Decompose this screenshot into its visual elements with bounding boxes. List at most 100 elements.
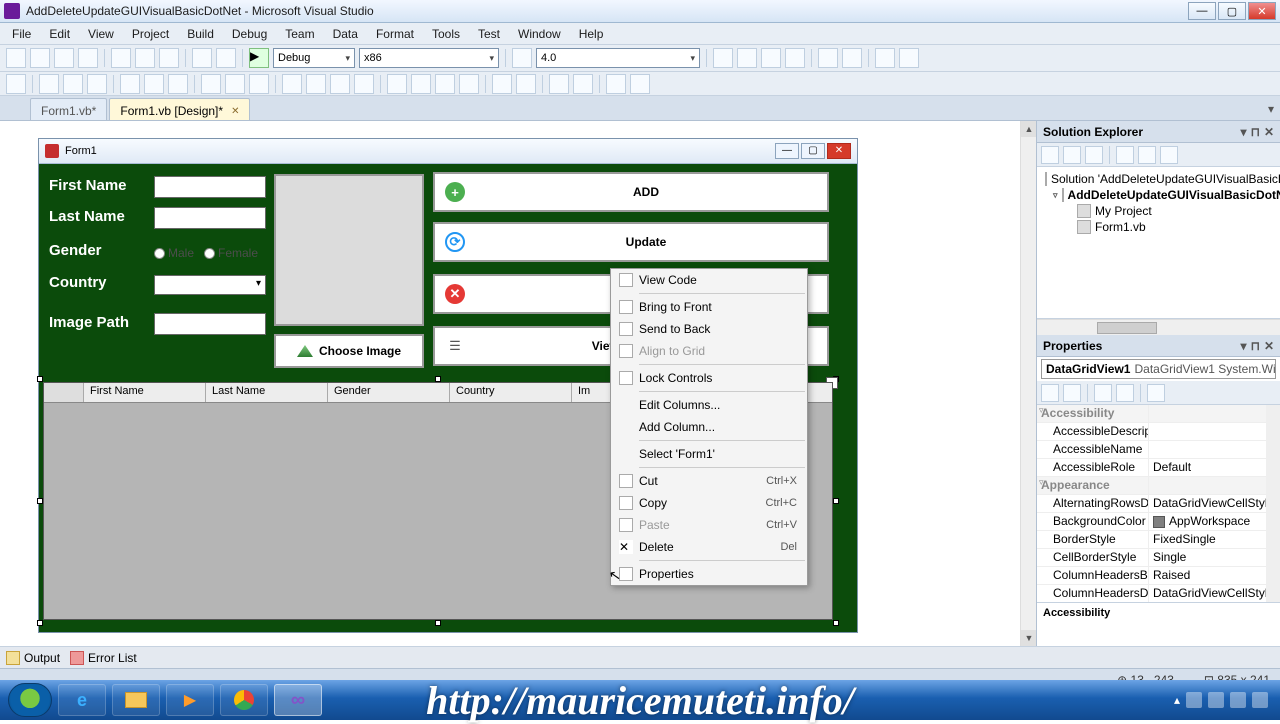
output-tab[interactable]: Output (6, 651, 60, 665)
vspace-inc-icon[interactable] (411, 74, 431, 94)
form-minimize-button[interactable]: — (775, 143, 799, 159)
se-btn1[interactable] (1041, 146, 1059, 164)
hspace-rem-icon[interactable] (354, 74, 374, 94)
col-gender[interactable]: Gender (328, 383, 450, 402)
se-btn5[interactable] (1138, 146, 1156, 164)
merge-icon[interactable] (630, 74, 650, 94)
menu-format[interactable]: Format (368, 25, 422, 43)
tb-icon-h[interactable] (899, 48, 919, 68)
input-last-name[interactable] (154, 207, 266, 229)
se-btn6[interactable] (1160, 146, 1178, 164)
tree-hscroll[interactable] (1037, 319, 1280, 335)
update-button[interactable]: ⟳Update (433, 222, 829, 262)
tb-icon-b[interactable] (737, 48, 757, 68)
menu-tools[interactable]: Tools (424, 25, 468, 43)
bring-front-icon[interactable] (549, 74, 569, 94)
hspace-eq-icon[interactable] (282, 74, 302, 94)
property-pages-icon[interactable] (1147, 384, 1165, 402)
ctx-delete[interactable]: ✕DeleteDel (611, 536, 807, 558)
cut-icon[interactable] (111, 48, 131, 68)
taskbar-explorer[interactable] (112, 684, 160, 716)
dropdown-icon[interactable]: ▾ (1241, 125, 1247, 139)
ctx-lock-controls[interactable]: Lock Controls (611, 367, 807, 389)
panel-close-icon[interactable]: ✕ (1264, 125, 1274, 139)
properties-icon[interactable] (1094, 384, 1112, 402)
same-height-icon[interactable] (225, 74, 245, 94)
ctx-cut[interactable]: CutCtrl+X (611, 470, 807, 492)
dropdown-icon[interactable]: ▾ (1241, 339, 1247, 353)
menu-build[interactable]: Build (179, 25, 222, 43)
radio-female[interactable]: Female (204, 246, 258, 260)
categorized-icon[interactable] (1041, 384, 1059, 402)
tab-close-icon[interactable]: ✕ (231, 106, 239, 117)
solution-tree[interactable]: Solution 'AddDeleteUpdateGUIVisualBasicD… (1037, 167, 1280, 319)
align-bottom-icon[interactable] (168, 74, 188, 94)
col-country[interactable]: Country (450, 383, 572, 402)
tb-icon-a[interactable] (713, 48, 733, 68)
form-close-button[interactable]: ✕ (827, 143, 851, 159)
ctx-add-column[interactable]: Add Column... (611, 416, 807, 438)
radio-male[interactable]: Male (154, 246, 194, 260)
copy-icon[interactable] (135, 48, 155, 68)
designer-surface[interactable]: Form1 — ▢ ✕ First Name Last Name Gender … (0, 121, 1036, 646)
ctx-paste[interactable]: PasteCtrl+V (611, 514, 807, 536)
properties-scrollbar[interactable] (1266, 405, 1280, 602)
tb-icon-e[interactable] (818, 48, 838, 68)
col-first-name[interactable]: First Name (84, 383, 206, 402)
menu-data[interactable]: Data (325, 25, 366, 43)
menu-team[interactable]: Team (277, 25, 322, 43)
tray-icon-2[interactable] (1208, 692, 1224, 708)
taskbar-chrome[interactable] (220, 684, 268, 716)
tray-up-icon[interactable]: ▴ (1174, 693, 1180, 707)
tb-icon-d[interactable] (785, 48, 805, 68)
error-list-tab[interactable]: Error List (70, 651, 137, 665)
tab-overflow-icon[interactable]: ▾ (1268, 102, 1274, 116)
system-tray[interactable]: ▴ (1174, 692, 1272, 708)
send-back-icon[interactable] (573, 74, 593, 94)
tb-icon-c[interactable] (761, 48, 781, 68)
input-first-name[interactable] (154, 176, 266, 198)
vertical-scrollbar[interactable]: ▲ ▼ (1020, 121, 1036, 646)
vspace-rem-icon[interactable] (459, 74, 479, 94)
tray-icon-1[interactable] (1186, 692, 1202, 708)
hspace-inc-icon[interactable] (306, 74, 326, 94)
hspace-dec-icon[interactable] (330, 74, 350, 94)
form-maximize-button[interactable]: ▢ (801, 143, 825, 159)
panel-close-icon[interactable]: ✕ (1264, 339, 1274, 353)
minimize-button[interactable]: — (1188, 2, 1216, 20)
same-size-icon[interactable] (249, 74, 269, 94)
center-v-icon[interactable] (516, 74, 536, 94)
alphabetical-icon[interactable] (1063, 384, 1081, 402)
combo-country[interactable] (154, 275, 266, 295)
pin-icon[interactable]: ⊓ (1251, 125, 1260, 139)
ctx-copy[interactable]: CopyCtrl+C (611, 492, 807, 514)
menu-view[interactable]: View (80, 25, 122, 43)
align-left-icon[interactable] (39, 74, 59, 94)
properties-selector[interactable]: DataGridView1DataGridView1 System.Window… (1041, 359, 1276, 379)
input-image-path[interactable] (154, 313, 266, 335)
tab-order-icon[interactable] (606, 74, 626, 94)
framework-combo[interactable]: 4.0 (536, 48, 700, 68)
tray-icon-3[interactable] (1230, 692, 1246, 708)
menu-help[interactable]: Help (571, 25, 612, 43)
config-combo[interactable]: Debug (273, 48, 355, 68)
menu-project[interactable]: Project (124, 25, 177, 43)
vspace-dec-icon[interactable] (435, 74, 455, 94)
taskbar-ie[interactable]: e (58, 684, 106, 716)
events-icon[interactable] (1116, 384, 1134, 402)
menu-debug[interactable]: Debug (224, 25, 275, 43)
se-btn2[interactable] (1063, 146, 1081, 164)
menu-window[interactable]: Window (510, 25, 569, 43)
pin-icon[interactable]: ⊓ (1251, 339, 1260, 353)
se-btn3[interactable] (1085, 146, 1103, 164)
choose-image-button[interactable]: Choose Image (274, 334, 424, 368)
tray-volume-icon[interactable] (1252, 692, 1268, 708)
paste-icon[interactable] (159, 48, 179, 68)
tb-icon-g[interactable] (875, 48, 895, 68)
se-btn4[interactable] (1116, 146, 1134, 164)
ctx-send-back[interactable]: Send to Back (611, 318, 807, 340)
picture-box[interactable] (274, 174, 424, 326)
align-grid-icon[interactable] (6, 74, 26, 94)
start-button[interactable] (8, 683, 52, 717)
align-right-icon[interactable] (87, 74, 107, 94)
